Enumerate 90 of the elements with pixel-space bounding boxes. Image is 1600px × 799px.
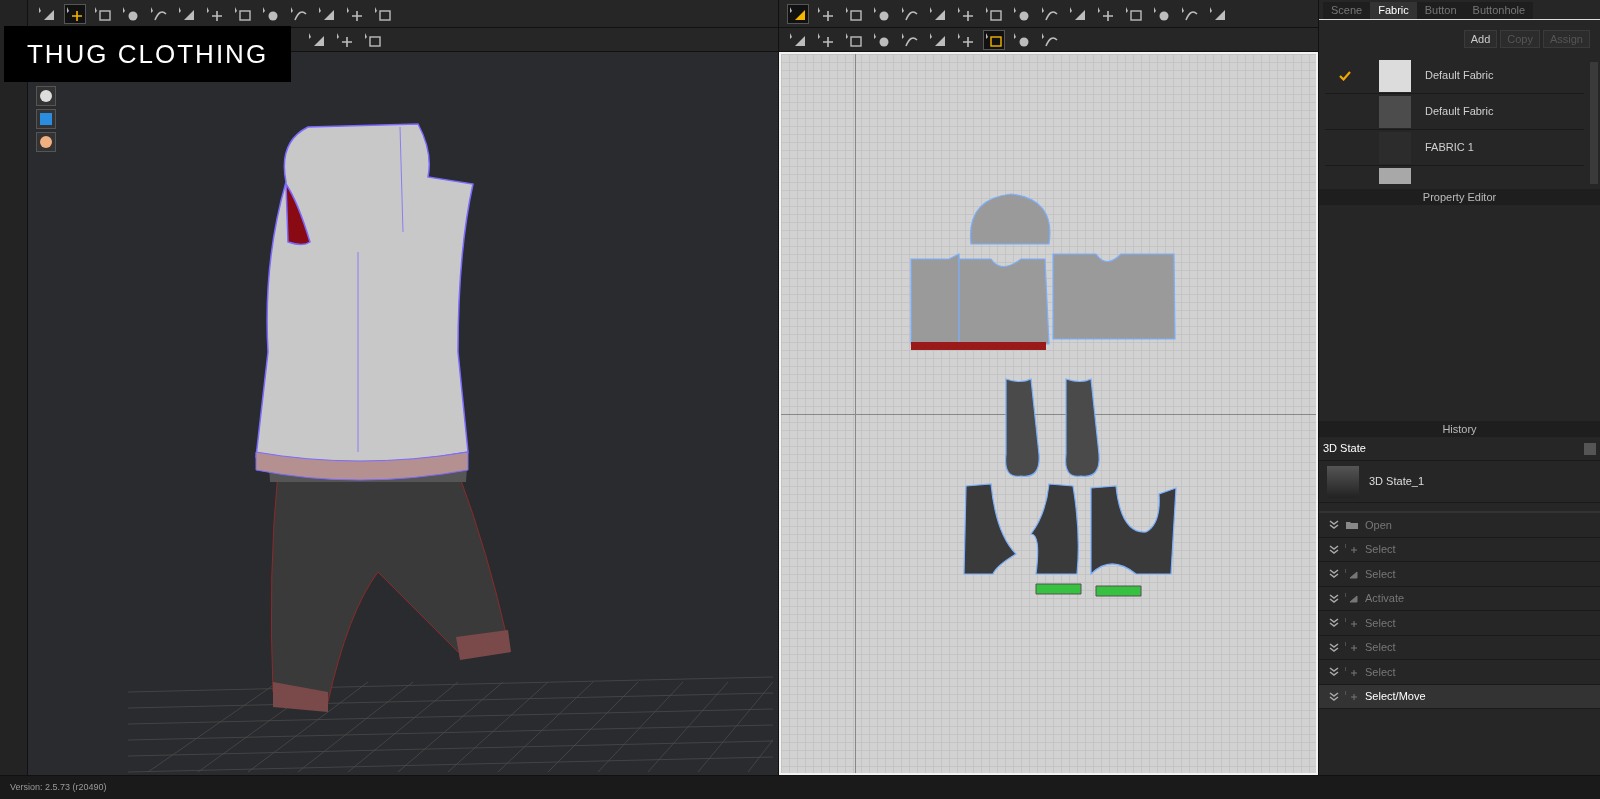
tool-icon (957, 31, 975, 48)
triangle-icon (1345, 568, 1359, 579)
panel-header: Property Editor (1319, 189, 1600, 205)
tool-icon (94, 5, 112, 22)
tool-icon (789, 31, 807, 48)
double-chevron-icon (1329, 618, 1339, 628)
panel-tab[interactable]: Button (1416, 2, 1465, 19)
fabric-row[interactable]: Default Fabric (1325, 94, 1584, 130)
tool-icon (290, 5, 308, 22)
tool-icon (1013, 5, 1031, 22)
history-row[interactable]: Activate (1319, 586, 1600, 611)
tool-icon (206, 5, 224, 22)
fabric-row[interactable]: Default Fabric (1325, 58, 1584, 94)
tool-icon (873, 5, 891, 22)
tool-icon (929, 5, 947, 22)
move-icon (1345, 691, 1359, 702)
history-row[interactable]: Open (1319, 513, 1600, 538)
tool-icon (122, 5, 140, 22)
history-row[interactable]: Select (1319, 635, 1600, 660)
tool-icon (817, 5, 835, 22)
tool-icon (346, 5, 364, 22)
double-chevron-icon (1329, 667, 1339, 677)
title-banner: THUG CLOTHING (4, 26, 291, 82)
double-chevron-icon (1329, 593, 1339, 603)
double-chevron-icon (1329, 691, 1339, 701)
tool-icon (929, 31, 947, 48)
tool-icon (901, 5, 919, 22)
tool-icon (364, 31, 382, 48)
history-row[interactable]: Select (1319, 562, 1600, 587)
tool-icon (1069, 5, 1087, 22)
fabric-name: FABRIC 1 (1425, 140, 1474, 156)
history-row[interactable]: Select (1319, 660, 1600, 685)
head-icon[interactable] (36, 132, 56, 152)
tool-button[interactable] (64, 3, 86, 24)
tool-icon (308, 31, 326, 48)
state-row[interactable]: 3D State_1 (1319, 461, 1600, 503)
tool-icon (845, 31, 863, 48)
tool-icon (901, 31, 919, 48)
tool-icon (318, 5, 336, 22)
tool-icon (178, 5, 196, 22)
section-label: 3D State (1323, 441, 1366, 457)
tool-icon (817, 31, 835, 48)
tool-icon (1097, 5, 1115, 22)
tool-icon (150, 5, 168, 22)
triangle-icon (1345, 593, 1359, 604)
tool-icon (1125, 5, 1143, 22)
panel-tab[interactable]: Fabric (1370, 2, 1417, 19)
tool-icon (1041, 5, 1059, 22)
folder-icon (1345, 519, 1359, 530)
tool-icon (66, 5, 84, 22)
panel-header: History (1319, 421, 1600, 437)
tool-icon (985, 5, 1003, 22)
tool-icon (374, 5, 392, 22)
move-icon (1345, 642, 1359, 653)
cube-icon[interactable] (36, 109, 56, 129)
avatar-icon[interactable] (36, 86, 56, 106)
tool-icon (336, 31, 354, 48)
tool-icon (789, 5, 807, 22)
move-icon (1345, 544, 1359, 555)
tool-icon (845, 5, 863, 22)
tool-icon (1041, 31, 1059, 48)
tool-icon (1181, 5, 1199, 22)
panel-button[interactable]: Add (1463, 30, 1498, 48)
tool-icon (234, 5, 252, 22)
fabric-name: Default Fabric (1425, 104, 1494, 120)
double-chevron-icon (1329, 544, 1339, 554)
double-chevron-icon (1329, 569, 1339, 579)
tool-icon (262, 5, 280, 22)
pattern-viewport[interactable] (779, 52, 1318, 775)
panel-tab[interactable]: Scene (1323, 2, 1371, 19)
tool-button[interactable] (787, 3, 809, 24)
move-icon (1345, 666, 1359, 677)
history-row[interactable]: Select/Move (1319, 684, 1600, 709)
tool-icon (957, 5, 975, 22)
version-label: Version: 2.5.73 (r20490) (10, 780, 107, 794)
tool-icon (1209, 5, 1227, 22)
history-row[interactable]: Select (1319, 611, 1600, 636)
tool-icon (1013, 31, 1031, 48)
tool-icon (985, 31, 1003, 48)
fabric-row[interactable]: FABRIC 1 (1325, 130, 1584, 166)
tool-icon (873, 31, 891, 48)
tool-icon (1153, 5, 1171, 22)
double-chevron-icon (1329, 520, 1339, 530)
double-chevron-icon (1329, 642, 1339, 652)
move-icon (1345, 617, 1359, 628)
tool-icon (38, 5, 56, 22)
tool-button[interactable] (983, 29, 1005, 50)
panel-tab[interactable]: Buttonhole (1464, 2, 1534, 19)
fabric-name: Default Fabric (1425, 68, 1494, 84)
history-row[interactable]: Select (1319, 537, 1600, 562)
